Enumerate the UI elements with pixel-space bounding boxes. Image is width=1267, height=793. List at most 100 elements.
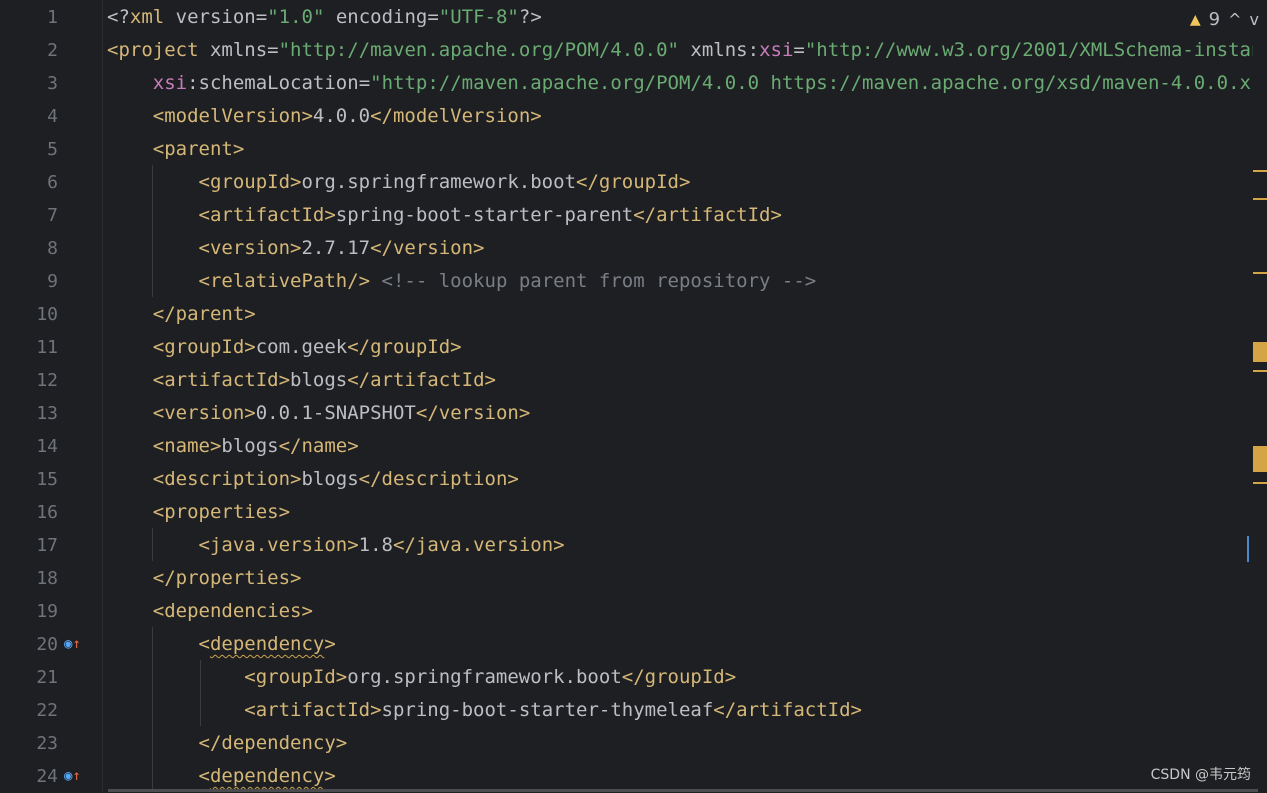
line-number[interactable]: 21 bbox=[0, 661, 58, 694]
code-token: xml bbox=[129, 6, 165, 28]
error-stripe[interactable] bbox=[1247, 0, 1267, 792]
code-token: <artifactId> bbox=[107, 369, 291, 391]
code-token: 1.8 bbox=[358, 534, 393, 556]
code-token: "http://maven.apache.org/POM/4.0.0 https… bbox=[370, 72, 1253, 94]
override-up-icon[interactable]: ◉↑ bbox=[64, 760, 81, 793]
warning-triangle-icon[interactable]: ▲ bbox=[1190, 9, 1201, 30]
warning-stripe-mark[interactable] bbox=[1253, 272, 1267, 274]
code-line[interactable]: </properties> bbox=[107, 562, 302, 595]
line-number[interactable]: 13 bbox=[0, 397, 58, 430]
line-number[interactable]: 10 bbox=[0, 298, 58, 331]
code-token: </groupId> bbox=[621, 666, 737, 688]
code-token: <version> bbox=[107, 237, 302, 259]
warning-stripe-mark[interactable] bbox=[1253, 482, 1267, 484]
code-token: < bbox=[107, 633, 210, 655]
warning-stripe-mark[interactable] bbox=[1253, 342, 1267, 362]
code-line[interactable]: <description>blogs</description> bbox=[107, 463, 519, 496]
code-line[interactable]: <relativePath/> <!-- lookup parent from … bbox=[107, 265, 817, 298]
line-number[interactable]: 16 bbox=[0, 496, 58, 529]
code-token: xsi bbox=[107, 72, 188, 94]
line-number[interactable]: 18 bbox=[0, 562, 58, 595]
line-number[interactable]: 19 bbox=[0, 595, 58, 628]
code-token: encoding bbox=[324, 6, 428, 28]
code-line[interactable]: xsi:schemaLocation="http://maven.apache.… bbox=[107, 67, 1253, 100]
code-token: <groupId> bbox=[107, 666, 348, 688]
code-token: </properties> bbox=[107, 567, 302, 589]
line-number[interactable]: 11 bbox=[0, 331, 58, 364]
code-line[interactable]: <dependency> bbox=[107, 760, 336, 792]
code-token: "UTF-8" bbox=[438, 6, 519, 28]
line-number[interactable]: 24 bbox=[0, 760, 58, 793]
line-number[interactable]: 23 bbox=[0, 727, 58, 760]
warning-stripe-mark[interactable] bbox=[1253, 446, 1267, 472]
chevron-up-icon[interactable]: ^ bbox=[1228, 10, 1241, 29]
inspection-widget[interactable]: ▲ 9 ^ v bbox=[1183, 6, 1259, 32]
code-token: <relativePath/> bbox=[107, 270, 371, 292]
code-line[interactable]: <dependencies> bbox=[107, 595, 313, 628]
code-token: 0.0.1-SNAPSHOT bbox=[255, 402, 416, 424]
override-up-icon[interactable]: ◉↑ bbox=[64, 628, 81, 661]
code-line[interactable]: </dependency> bbox=[107, 727, 348, 760]
code-line[interactable]: </parent> bbox=[107, 298, 256, 331]
code-token: <project bbox=[107, 39, 199, 61]
code-line[interactable]: <version>2.7.17</version> bbox=[107, 232, 485, 265]
code-token: "http://maven.apache.org/POM/4.0.0" bbox=[278, 39, 679, 61]
line-number[interactable]: 14 bbox=[0, 430, 58, 463]
code-token: xmlns bbox=[198, 39, 268, 61]
code-token: <name> bbox=[107, 435, 222, 457]
line-number[interactable]: 20 bbox=[0, 628, 58, 661]
code-token: 4.0.0 bbox=[312, 105, 371, 127]
line-number[interactable]: 5 bbox=[0, 133, 58, 166]
code-token: </name> bbox=[278, 435, 359, 457]
code-token: </modelVersion> bbox=[370, 105, 542, 127]
code-token: <description> bbox=[107, 468, 302, 490]
caret-stripe-mark[interactable] bbox=[1247, 536, 1249, 562]
code-line[interactable]: <modelVersion>4.0.0</modelVersion> bbox=[107, 100, 542, 133]
code-editor[interactable]: <?xml version="1.0" encoding="UTF-8"?> <p… bbox=[103, 0, 1253, 792]
warning-stripe-mark[interactable] bbox=[1253, 370, 1267, 372]
code-token: "1.0" bbox=[267, 6, 325, 28]
line-number[interactable]: 3 bbox=[0, 67, 58, 100]
code-line[interactable]: <groupId>com.geek</groupId> bbox=[107, 331, 462, 364]
line-number[interactable]: 4 bbox=[0, 100, 58, 133]
code-token: = bbox=[358, 72, 371, 94]
code-line[interactable]: <parent> bbox=[107, 133, 245, 166]
line-number[interactable]: 2 bbox=[0, 34, 58, 67]
code-token: </groupId> bbox=[347, 336, 462, 358]
warning-stripe-mark[interactable] bbox=[1253, 170, 1267, 172]
code-token: = bbox=[793, 39, 805, 61]
code-line[interactable]: <dependency> bbox=[107, 628, 336, 661]
line-number[interactable]: 15 bbox=[0, 463, 58, 496]
code-token: = bbox=[427, 6, 439, 28]
line-number[interactable]: 12 bbox=[0, 364, 58, 397]
code-token: : bbox=[747, 39, 760, 61]
code-line[interactable]: <?xml version="1.0" encoding="UTF-8"?> bbox=[107, 1, 542, 34]
code-line[interactable]: <project xmlns = "http://maven.apache.org/… bbox=[107, 34, 1253, 67]
code-token: <? bbox=[107, 6, 130, 28]
code-token: </description> bbox=[358, 468, 519, 490]
code-line[interactable]: <artifactId>blogs</artifactId> bbox=[107, 364, 496, 397]
code-token: dependency bbox=[209, 765, 325, 787]
code-line[interactable]: <artifactId>spring-boot-starter-thymelea… bbox=[107, 694, 862, 727]
line-number[interactable]: 8 bbox=[0, 232, 58, 265]
code-line[interactable]: <properties> bbox=[107, 496, 290, 529]
code-line[interactable]: <version>0.0.1-SNAPSHOT</version> bbox=[107, 397, 531, 430]
line-number[interactable]: 9 bbox=[0, 265, 58, 298]
code-line[interactable]: <groupId>org.springframework.boot</group… bbox=[107, 661, 736, 694]
code-line[interactable]: <groupId>org.springframework.boot</group… bbox=[107, 166, 691, 199]
code-token: </version> bbox=[370, 237, 485, 259]
code-token: <!-- lookup parent from repository --> bbox=[370, 270, 817, 292]
code-token: <properties> bbox=[107, 501, 291, 523]
code-token: <parent> bbox=[107, 138, 245, 160]
code-line[interactable]: <java.version>1.8</java.version> bbox=[107, 529, 565, 562]
line-number[interactable]: 22 bbox=[0, 694, 58, 727]
line-number[interactable]: 1 bbox=[0, 1, 58, 34]
line-number-gutter[interactable]: 1 2 3 4 5 6 7 8 9 10 11 12 13 14 15 16 17 18 19 20 21 22 23 24 ◉… bbox=[0, 0, 103, 792]
code-line[interactable]: <name>blogs</name> bbox=[107, 430, 359, 463]
line-number[interactable]: 6 bbox=[0, 166, 58, 199]
warning-stripe-mark[interactable] bbox=[1253, 198, 1267, 200]
line-number[interactable]: 17 bbox=[0, 529, 58, 562]
line-number[interactable]: 7 bbox=[0, 199, 58, 232]
warning-count[interactable]: 9 bbox=[1209, 9, 1220, 30]
code-line[interactable]: <artifactId>spring-boot-starter-parent</… bbox=[107, 199, 782, 232]
